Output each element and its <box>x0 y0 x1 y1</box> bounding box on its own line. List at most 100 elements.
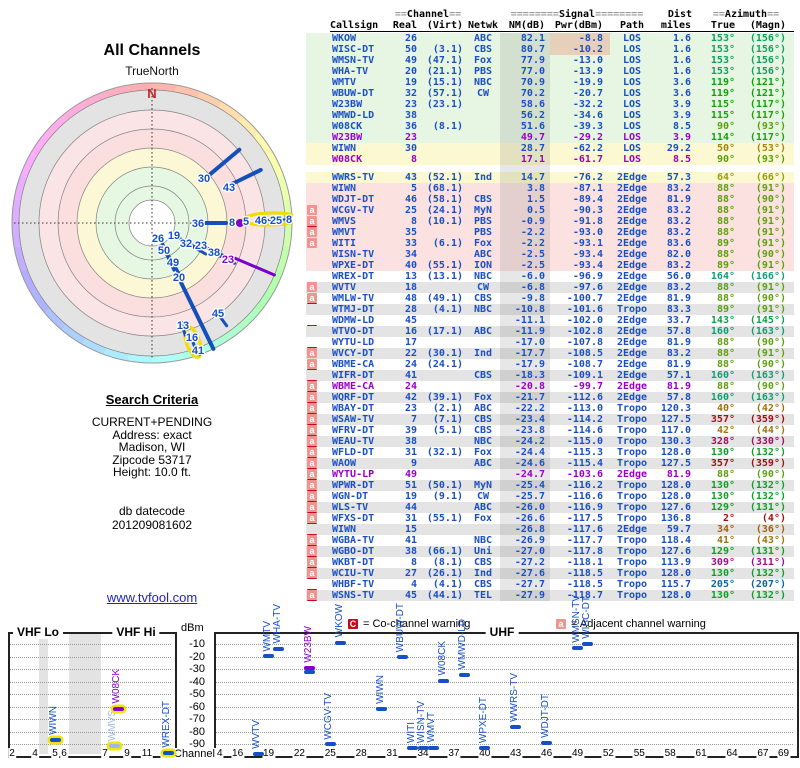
channel-tick-label: 46 <box>540 748 554 759</box>
power: -116.2 <box>566 480 603 491</box>
path: 2Edge <box>616 205 648 216</box>
virtual-channel <box>420 458 466 469</box>
svg-text:5: 5 <box>243 216 249 228</box>
svg-text:43: 43 <box>223 182 235 194</box>
azimuth-magnetic: (117°) <box>749 99 786 110</box>
virtual-channel <box>420 143 466 154</box>
header-channel-group: ==Channel== <box>394 9 462 20</box>
virtual-channel <box>420 535 466 546</box>
network <box>466 132 500 143</box>
adjacent-warning-badge <box>307 304 317 314</box>
real-channel: 7 <box>410 414 417 425</box>
station-label: WPXE-DT <box>477 697 489 744</box>
callsign: WVTV <box>332 282 357 293</box>
path: LOS <box>622 66 642 77</box>
callsign: WVCY-DT <box>332 348 375 359</box>
callsign: WYTU-LD <box>332 337 375 348</box>
path: 2Edge <box>616 183 648 194</box>
virtual-channel: (24.1) <box>426 359 463 370</box>
azimuth-true: 2° <box>722 513 735 524</box>
real-channel: 5 <box>410 183 417 194</box>
dbm-tick-label: -40 <box>189 675 205 688</box>
azimuth-true: 143° <box>710 315 735 326</box>
callsign: WHBF-TV <box>332 579 375 590</box>
column-header: Real <box>392 20 417 31</box>
real-channel: 15 <box>404 524 417 535</box>
azimuth-magnetic: (132°) <box>749 447 786 458</box>
virtual-channel <box>420 132 466 143</box>
table-row: aCWFRV-DT39(5.1)CBS-23.8-114.6Tropo117.0… <box>306 425 794 436</box>
distance-miles: 83.3 <box>666 304 691 315</box>
distance-miles: 1.6 <box>672 66 691 77</box>
search-criteria-panel: Search Criteria CURRENT+PENDING Address: … <box>11 392 293 532</box>
callsign: WMSN-TV <box>332 55 375 66</box>
network: NBC <box>473 304 493 315</box>
channel-tick-label: 16 <box>231 748 245 759</box>
virtual-channel <box>420 315 466 326</box>
path: LOS <box>622 44 642 55</box>
signal-bar <box>541 741 553 746</box>
path: LOS <box>622 99 642 110</box>
callsign: WPWR-DT <box>332 480 375 491</box>
svg-text:8: 8 <box>229 217 235 229</box>
dbm-tick-label: -30 <box>189 663 205 675</box>
channel-tick-label: 6 <box>60 748 68 759</box>
virtual-channel: (4.1) <box>432 579 463 590</box>
real-channel: 42 <box>404 392 417 403</box>
virtual-channel: (49.1) <box>426 293 463 304</box>
adjacent-warning-badge <box>307 99 317 109</box>
header-dist-group: Dist <box>667 9 692 20</box>
station-label: WBUW-DT <box>395 603 407 653</box>
table-row: WTMJ-DT 28 (4.1) NBC -10.8 -101.6 Tropo 83.3 89°… <box>306 304 794 315</box>
distance-miles: 117.0 <box>660 425 691 436</box>
network: Fox <box>473 55 493 66</box>
svg-text:50: 50 <box>158 245 170 257</box>
azimuth-true: 88° <box>716 348 735 359</box>
real-channel: 23 <box>404 132 417 143</box>
channel-tick-label: 58 <box>663 748 677 759</box>
network: NBC <box>473 77 493 88</box>
distance-miles: 81.9 <box>666 359 691 370</box>
power: -113.0 <box>566 403 603 414</box>
network: NBC <box>473 271 493 282</box>
noise-margin: -27.2 <box>500 557 550 568</box>
network: CBS <box>473 293 493 304</box>
table-row: a WVTV 18 CW -6.8 -97.6 2Edge 83.2 88° (91°) <box>306 282 794 293</box>
power: -117.7 <box>566 535 603 546</box>
real-channel: 38 <box>404 110 417 121</box>
path: Tropo <box>616 546 648 557</box>
table-row: CWIWN15-26.8-117.62Edge59.734°(36°) <box>306 524 794 535</box>
azimuth-magnetic: (91°) <box>755 216 786 227</box>
distance-miles: 1.6 <box>672 33 691 44</box>
callsign: WTVO-DT <box>332 326 375 337</box>
table-row: aCWGN-DT19(9.1)CW-25.7-116.6Tropo128.013… <box>306 491 794 502</box>
callsign: WCIU-TV <box>332 568 375 579</box>
noise-margin: 14.7 <box>500 172 550 183</box>
real-channel: 4 <box>410 579 417 590</box>
channel-tick-label: 2 <box>8 748 16 759</box>
virtual-channel <box>420 282 466 293</box>
channel-tick-label: 49 <box>570 748 585 759</box>
tvfool-link[interactable]: www.tvfool.com <box>11 590 293 605</box>
spectrum-panel <box>214 632 799 758</box>
distance-miles: 130.3 <box>660 436 691 447</box>
adjacent-warning-badge: a <box>307 458 317 468</box>
station-label: WREX-DT <box>161 700 172 748</box>
power: -115.4 <box>566 458 603 469</box>
virtual-channel: (55.1) <box>426 260 463 271</box>
adjacent-warning-badge <box>307 183 317 193</box>
path: Tropo <box>616 502 648 513</box>
noise-margin: -26.9 <box>500 535 550 546</box>
distance-miles: 57.3 <box>666 172 691 183</box>
azimuth-true: 88° <box>716 205 735 216</box>
table-row: a WITI 33 (6.1) Fox -2.2 -93.1 2Edge 83.6 89° (91°… <box>306 238 794 249</box>
callsign: WREX-DT <box>332 271 375 282</box>
callsign: W08CK <box>332 154 363 165</box>
callsign: WKBT-DT <box>332 557 375 568</box>
table-row: WKOW 26 ABC 82.1 -8.8 LOS 1.6 153° (156°) <box>306 33 794 44</box>
search-criteria-line: Madison, WI <box>118 440 186 454</box>
distance-miles: 128.0 <box>660 480 691 491</box>
azimuth-true: 153° <box>710 44 735 55</box>
azimuth-true: 153° <box>710 66 735 77</box>
adjacent-warning-badge: a <box>307 425 317 435</box>
